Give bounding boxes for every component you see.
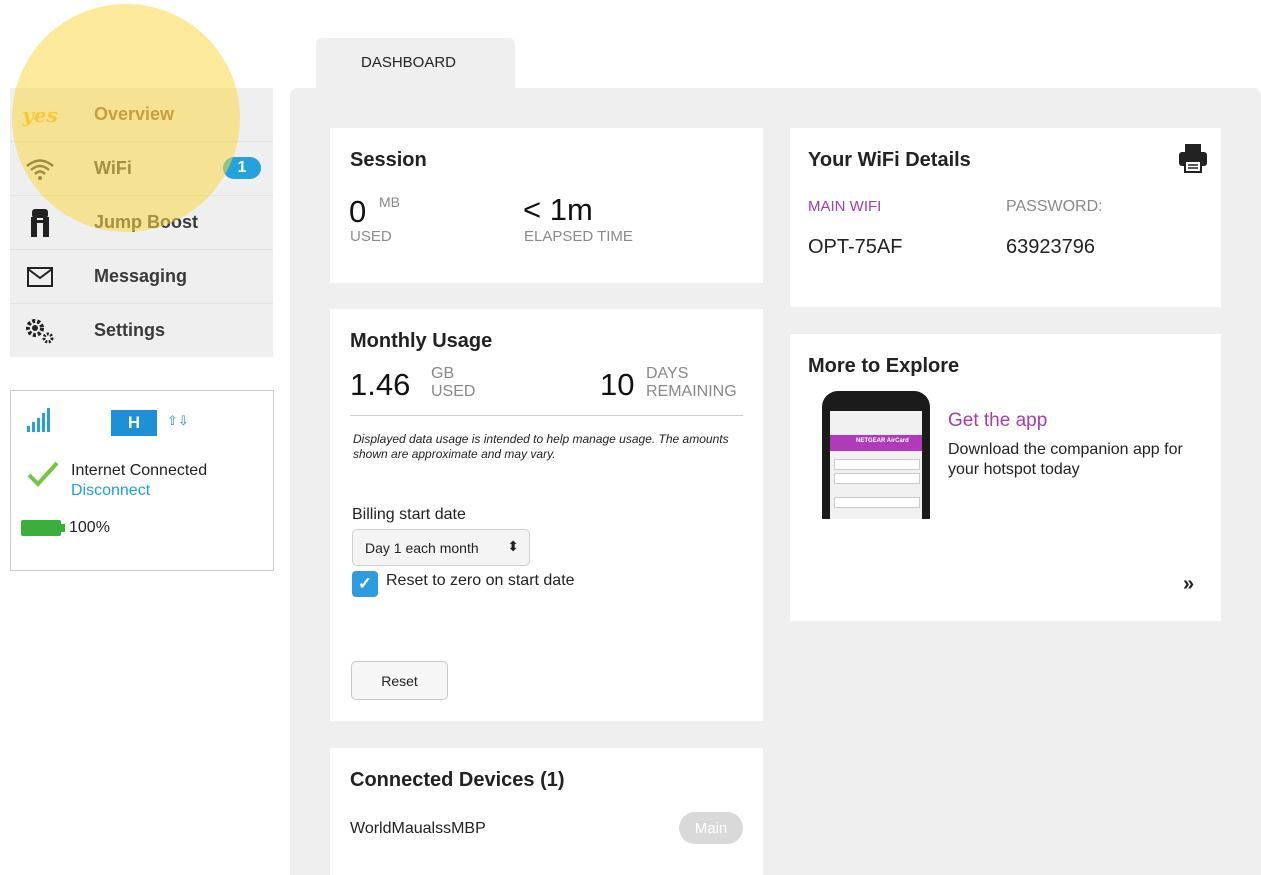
wifi-icon [22,154,58,184]
divider [350,415,743,416]
wifi-name-value: OPT-75AF [808,236,903,258]
monthly-usage-title: Monthly Usage [350,330,493,352]
billing-start-select[interactable]: Day 1 each month ⬍ [352,529,530,566]
connected-devices-card: Connected Devices (1) WorldMaualssMBP Ma… [330,748,763,875]
wifi-details-title: Your WiFi Details [808,149,971,171]
session-used-unit: MB [379,194,400,210]
battery-level-text: 100% [69,519,110,536]
sidebar-item-wifi[interactable]: WiFi 1 [10,142,273,196]
gears-icon [22,316,58,346]
notification-badge: 1 [223,157,261,179]
app-description: Download the companion app for your hots… [948,441,1183,478]
billing-start-label: Billing start date [352,506,466,523]
sidebar-item-label: Overview [94,104,175,124]
wifi-details-card: Your WiFi Details MAIN WIFI PASSWORD: OP… [790,128,1221,307]
sidebar-item-label: Messaging [94,266,188,286]
yes-logo-icon: yes [22,102,58,127]
get-the-app-link[interactable]: Get the app [948,410,1047,432]
session-used-label: USED [350,228,392,245]
dashboard-panel: Session 0 MB USED < 1m ELAPSED TIME Mont… [290,88,1261,875]
checkmark-icon [27,461,59,492]
monthly-used-label: USED [431,383,476,400]
more-chevron-icon[interactable]: » [1183,573,1194,596]
tab-dashboard[interactable]: DASHBOARD [316,38,515,89]
monthly-usage-card: Monthly Usage 1.46 GB USED 10 DAYS REMAI… [330,309,763,721]
sidebar-item-jump-boost[interactable]: Jump Boost [10,196,273,250]
sidebar-item-label: WiFi [94,158,132,178]
reset-button[interactable]: Reset [351,661,448,700]
tab-label: DASHBOARD [361,54,457,71]
signal-strength-icon [27,408,55,437]
envelope-icon [22,262,58,292]
sidebar-item-label: Settings [94,320,166,340]
checkmark-icon: ✓ [357,574,373,593]
device-tag-label: Main [694,820,728,837]
days-remaining-label: REMAINING [646,383,737,400]
phone-screen: NETGEAR AirCard [830,411,922,519]
phone-app-header: NETGEAR AirCard [830,435,922,451]
phone-ui-row [834,497,920,508]
session-title: Session [350,149,427,171]
monthly-used-unit: GB [431,365,455,382]
sidebar-item-overview[interactable]: yes Overview [10,88,273,142]
more-to-explore-card: More to Explore NETGEAR AirCard Get the … [790,334,1221,621]
smartphone-app-image: NETGEAR AirCard [822,391,930,519]
internet-status-text: Internet Connected [71,462,208,479]
battery-icon [21,520,65,536]
device-name: WorldMaualssMBP [350,820,486,837]
device-tag-badge: Main [679,812,743,844]
network-type-badge: H [111,410,157,436]
monthly-used-value: 1.46 [350,367,411,402]
session-card: Session 0 MB USED < 1m ELAPSED TIME [330,128,763,283]
more-to-explore-title: More to Explore [808,355,960,377]
main-wifi-label: MAIN WIFI [808,198,882,215]
reset-button-label: Reset [381,673,418,689]
days-remaining-value: 10 [600,367,635,402]
phone-app-header-text: NETGEAR AirCard [856,438,909,444]
reset-on-start-label: Reset to zero on start date [386,572,575,589]
phone-ui-row [834,459,920,470]
sidebar-item-settings[interactable]: Settings [10,304,273,357]
session-elapsed-value: < 1m [523,192,593,227]
connected-devices-title: Connected Devices (1) [350,769,565,791]
sidebar-item-messaging[interactable]: Messaging [10,250,273,304]
jump-boost-icon [22,208,58,238]
usage-disclaimer: Displayed data usage is intended to help… [353,432,729,461]
days-unit: DAYS [646,365,689,382]
sidebar-item-label: Jump Boost [94,212,199,232]
phone-ui-row [834,473,920,484]
password-label: PASSWORD: [1006,198,1103,215]
disconnect-link[interactable]: Disconnect [71,482,150,500]
session-used-value: 0 [349,194,367,229]
wifi-password-value: 63923796 [1006,236,1095,258]
select-caret-icon: ⬍ [507,538,519,554]
billing-start-value: Day 1 each month [365,540,479,556]
data-transfer-arrows-icon: ⇧⇩ [167,413,189,428]
printer-icon[interactable] [1177,142,1209,179]
session-elapsed-label: ELAPSED TIME [524,228,633,245]
connection-status-panel: H ⇧⇩ Internet Connected Disconnect 100% [10,390,274,571]
reset-on-start-checkbox[interactable]: ✓ [352,571,378,597]
sidebar-nav: yes Overview WiFi 1 Jump Boost Messaging… [10,88,273,357]
